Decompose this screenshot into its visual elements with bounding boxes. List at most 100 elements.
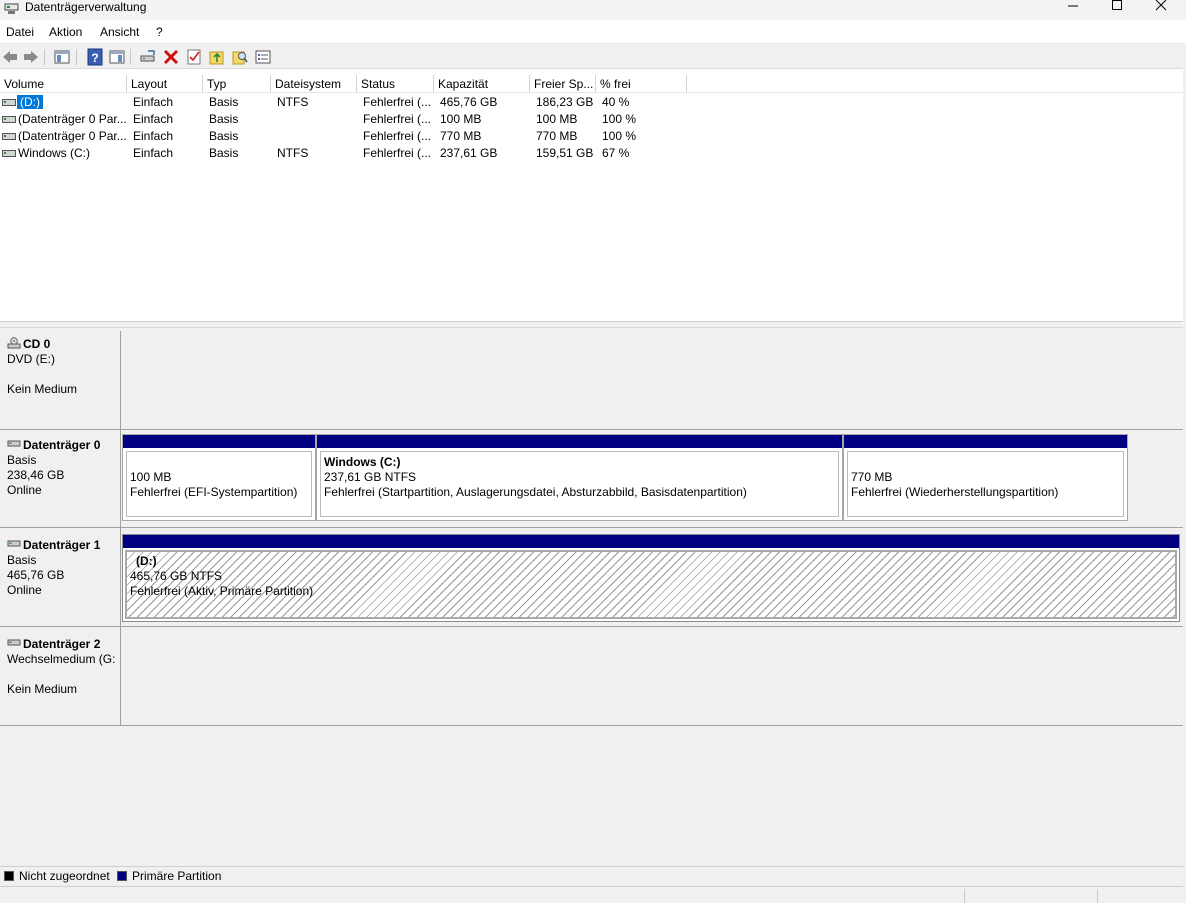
forward-icon[interactable]: [22, 48, 40, 66]
disk-row-disk1[interactable]: Datenträger 1 Basis 465,76 GB Online (D:…: [0, 528, 1183, 627]
maximize-icon: [1112, 0, 1122, 10]
partition-title: (D:): [136, 554, 157, 568]
show-hide-console-tree-icon[interactable]: [53, 48, 71, 66]
partition-efi[interactable]: 100 MB Fehlerfrei (EFI-Systempartition): [122, 434, 316, 521]
volume-icon: [2, 150, 16, 157]
cell-prozent-frei: 100 %: [602, 112, 637, 126]
disk-label-disk0[interactable]: Datenträger 0 Basis 238,46 GB Online: [0, 430, 121, 528]
column-header-typ[interactable]: Typ: [203, 75, 271, 93]
legend-swatch-unallocated: [4, 871, 14, 881]
menu-ansicht[interactable]: Ansicht: [100, 25, 139, 39]
column-header-freier-speicher[interactable]: Freier Sp...: [530, 75, 596, 93]
export-icon[interactable]: [208, 48, 226, 66]
column-header-prozent-frei[interactable]: % frei: [596, 75, 687, 93]
partition-d[interactable]: (D:) 465,76 GB NTFS Fehlerfrei (Aktiv, P…: [122, 534, 1180, 622]
minimize-button[interactable]: [1050, 0, 1096, 20]
cell-freier-speicher: 186,23 GB: [536, 95, 594, 109]
show-hide-action-pane-icon[interactable]: [108, 48, 126, 66]
cell-prozent-frei: 40 %: [602, 95, 630, 109]
disk-status: Online: [7, 483, 42, 497]
cell-status: Fehlerfrei (...: [363, 95, 431, 109]
partition-recovery[interactable]: 770 MB Fehlerfrei (Wiederherstellungspar…: [843, 434, 1128, 521]
toolbar-separator: [44, 49, 45, 65]
properties-icon[interactable]: [185, 48, 203, 66]
cell-status: Fehlerfrei (...: [363, 146, 431, 160]
volume-name: (D:): [17, 95, 43, 109]
pane-splitter[interactable]: [0, 321, 1186, 328]
disk-name: Datenträger 2: [23, 637, 101, 651]
disk-row-disk0[interactable]: Datenträger 0 Basis 238,46 GB Online 100…: [0, 430, 1183, 528]
back-icon[interactable]: [1, 48, 19, 66]
menu-bar: Datei Aktion Ansicht ?: [0, 20, 1186, 43]
partition-size: 100 MB: [130, 470, 172, 484]
disk-row-cd0[interactable]: CD 0 DVD (E:) Kein Medium: [0, 331, 1183, 430]
toolbar-separator: [76, 49, 77, 65]
disk-name: Datenträger 0: [23, 438, 101, 452]
column-header-volume[interactable]: Volume: [0, 75, 127, 93]
status-separator: [1097, 889, 1098, 903]
maximize-button[interactable]: [1094, 0, 1140, 20]
column-header-status[interactable]: Status: [357, 75, 434, 93]
partition-status: Fehlerfrei (Aktiv, Primäre Partition): [130, 584, 314, 598]
toolbar: ?: [0, 43, 1186, 69]
disk-name: CD 0: [23, 337, 51, 351]
legend-label-primary: Primäre Partition: [132, 869, 222, 883]
volume-list[interactable]: Volume Layout Typ Dateisystem Status Kap…: [0, 75, 1183, 321]
column-header-layout[interactable]: Layout: [127, 75, 203, 93]
title-bar: Datenträgerverwaltung: [0, 0, 1186, 20]
cell-kapazitaet: 237,61 GB: [440, 146, 498, 160]
status-bar: [0, 886, 1183, 903]
partition-status: Fehlerfrei (Wiederherstellungspartition): [851, 485, 1059, 499]
legend-label-unallocated: Nicht zugeordnet: [19, 869, 110, 883]
disk-size: [7, 367, 120, 382]
disk-label-disk1[interactable]: Datenträger 1 Basis 465,76 GB Online: [0, 528, 121, 627]
minimize-icon: [1068, 5, 1078, 7]
partition-color-bar: [123, 435, 315, 448]
connect-disk-icon[interactable]: [139, 48, 157, 66]
hard-disk-icon: [7, 440, 21, 450]
disk-size: 465,76 GB: [7, 568, 65, 582]
column-header-kapazitaet[interactable]: Kapazität: [434, 75, 530, 93]
disk-size: 238,46 GB: [7, 468, 65, 482]
volume-icon: [2, 99, 16, 106]
partition-status: Fehlerfrei (Startpartition, Auslagerungs…: [324, 485, 747, 499]
column-header-dateisystem[interactable]: Dateisystem: [271, 75, 357, 93]
disk-status: Online: [7, 583, 42, 597]
legend: Nicht zugeordnet Primäre Partition: [0, 866, 1183, 886]
cell-layout: Einfach: [133, 146, 174, 160]
settings-icon[interactable]: [254, 48, 272, 66]
cell-status: Fehlerfrei (...: [363, 112, 431, 126]
cell-prozent-frei: 67 %: [602, 146, 630, 160]
removable-disk-icon: [7, 639, 21, 649]
find-icon[interactable]: [231, 48, 249, 66]
partition-color-bar: [123, 535, 1179, 548]
disk-label-disk2[interactable]: Datenträger 2 Wechselmedium (G: Kein Med…: [0, 627, 121, 726]
cell-prozent-frei: 100 %: [602, 129, 637, 143]
disk-row-disk2[interactable]: Datenträger 2 Wechselmedium (G: Kein Med…: [0, 627, 1183, 726]
legend-swatch-primary: [117, 871, 127, 881]
partition-windows-c[interactable]: Windows (C:) 237,61 GB NTFS Fehlerfrei (…: [316, 434, 843, 521]
table-row[interactable]: (Datenträger 0 Par... Einfach Basis Fehl…: [0, 128, 700, 145]
partition-size: 237,61 GB NTFS: [324, 470, 417, 484]
cell-freier-speicher: 100 MB: [536, 112, 578, 126]
close-icon: [1155, 0, 1167, 11]
help-icon[interactable]: ?: [86, 48, 104, 66]
cell-typ: Basis: [209, 95, 239, 109]
menu-datei[interactable]: Datei: [6, 25, 34, 39]
disk-label-cd0[interactable]: CD 0 DVD (E:) Kein Medium: [0, 331, 121, 430]
disk-status: Kein Medium: [7, 682, 78, 696]
menu-help[interactable]: ?: [156, 25, 163, 39]
cell-freier-speicher: 770 MB: [536, 129, 578, 143]
volume-name: (Datenträger 0 Par...: [18, 112, 126, 126]
volume-name: Windows (C:): [18, 146, 91, 160]
table-row[interactable]: (D:) Einfach Basis NTFS Fehlerfrei (... …: [0, 94, 700, 111]
disk-management-app-icon: [4, 2, 19, 15]
svg-text:?: ?: [91, 51, 98, 65]
close-button[interactable]: [1138, 0, 1184, 20]
cell-status: Fehlerfrei (...: [363, 129, 431, 143]
partition-size: 465,76 GB NTFS: [130, 569, 223, 583]
table-row[interactable]: (Datenträger 0 Par... Einfach Basis Fehl…: [0, 111, 700, 128]
delete-icon[interactable]: [162, 48, 180, 66]
menu-aktion[interactable]: Aktion: [49, 25, 82, 39]
table-row[interactable]: Windows (C:) Einfach Basis NTFS Fehlerfr…: [0, 145, 700, 162]
